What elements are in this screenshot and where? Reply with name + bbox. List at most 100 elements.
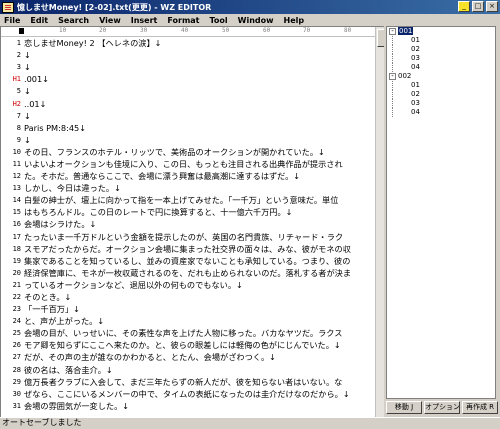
text-line[interactable]: 5 ↓ <box>1 85 384 97</box>
text-line[interactable]: 15 はもちろんドル。この日のレートで円に換算すると、十一億六千万円。↓ <box>1 206 384 218</box>
text-lines[interactable]: 1 恋しませMoney! 2 【ヘレネの涙】↓ 2 ↓ 3 ↓ H1.001↓ 5 ↓ H2 ..0… <box>1 37 384 412</box>
rebuild-button[interactable]: 再作成 R <box>462 401 498 414</box>
minimize-button[interactable]: _ <box>458 1 470 12</box>
outline-item[interactable]: 02 <box>392 90 495 99</box>
text-line[interactable]: 28 彼の名は、落合圭介。↓ <box>1 364 384 376</box>
collapse-icon[interactable]: - <box>389 27 396 35</box>
text-line[interactable]: 10 その日、フランスのホテル・リッツで、美術品のオークションが開かれていた。↓ <box>1 146 384 158</box>
line-text[interactable]: と、声が上がった。↓ <box>24 315 104 327</box>
line-text[interactable]: ↓ <box>24 62 31 72</box>
maximize-button[interactable]: □ <box>472 1 484 12</box>
line-text[interactable]: 彼の名は、落合圭介。↓ <box>24 364 113 376</box>
text-line[interactable]: 27 だが、その声の主が誰なのかわかると、とたん、会場がざわつく。↓ <box>1 351 384 363</box>
line-text[interactable]: 会場はシラけた。↓ <box>24 218 96 230</box>
text-line[interactable]: 21 っているオークションなど、退屈以外の何ものでもない。↓ <box>1 279 384 291</box>
line-text[interactable]: しかし、今日は違った。↓ <box>24 182 121 194</box>
line-text[interactable]: 億万長者クラブに入会して、まだ三年たらずの新人だが、彼を知らない者はいない。な <box>24 376 342 388</box>
text-line[interactable]: 8 Paris PM:8:45↓ <box>1 122 384 134</box>
vertical-scrollbar[interactable] <box>375 27 384 417</box>
line-text[interactable]: モア卿を知らずにここへ来たのか。と、彼らの眼差しには軽侮の色がにじんでいた。↓ <box>24 339 341 351</box>
move-button[interactable]: 移動 J <box>386 401 422 414</box>
text-line[interactable]: 12 た。そホだ。普通ならここで、会場に漂う興奮は最高潮に達するはずだ。↓ <box>1 170 384 182</box>
text-line[interactable]: 29 億万長者クラブに入会して、まだ三年たらずの新人だが、彼を知らない者はいない… <box>1 376 384 388</box>
outline-group-label[interactable]: 002 <box>398 72 411 80</box>
line-text[interactable]: 会場の雰囲気が一変した。↓ <box>24 400 129 412</box>
line-text[interactable]: っているオークションなど、退屈以外の何ものでもない。↓ <box>24 279 243 291</box>
line-text[interactable]: 集家であることを知っているし、並みの資産家でないことも承知している。つまり、彼の <box>24 255 350 267</box>
line-text[interactable]: ↓ <box>24 135 31 145</box>
text-line[interactable]: 30 ぜなら、ここにいるメンバーの中で、タイムの表紙になったのは圭介だけなのだから… <box>1 388 384 400</box>
menu-format[interactable]: Format <box>162 16 204 25</box>
text-line[interactable]: H2 ..01↓ <box>1 97 384 109</box>
ruler-tick: 20 <box>99 27 107 34</box>
options-button[interactable]: オプション M <box>424 401 460 414</box>
line-text[interactable]: 経済保管庫に、モネが一枚収蔵されるのを、だれも止められないのだ。落札する者が決ま <box>24 267 351 279</box>
ruler-tick: 10 <box>59 27 67 34</box>
line-text[interactable]: ↓ <box>24 111 31 121</box>
text-line[interactable]: 2 ↓ <box>1 49 384 61</box>
outline-item[interactable]: 03 <box>392 99 495 108</box>
text-line[interactable]: 26 モア卿を知らずにここへ来たのか。と、彼らの眼差しには軽侮の色がにじんでいた。… <box>1 339 384 351</box>
text-line[interactable]: 7 ↓ <box>1 110 384 122</box>
menu-file[interactable]: File <box>0 16 25 25</box>
outline-item[interactable]: 02 <box>392 45 495 54</box>
text-line[interactable]: H1.001↓ <box>1 73 384 85</box>
line-text[interactable]: だが、その声の主が誰なのかわかると、とたん、会場がざわつく。↓ <box>24 351 276 363</box>
line-text[interactable]: た。そホだ。普通ならここで、会場に漂う興奮は最高潮に達するはずだ。↓ <box>24 170 300 182</box>
outline-item[interactable]: 03 <box>392 54 495 63</box>
line-text[interactable]: Paris PM:8:45↓ <box>24 123 86 133</box>
app-icon[interactable] <box>2 1 14 13</box>
line-text[interactable]: たったいま一千万ドルという金額を提示したのが、英国の名門貴族、リチャード・ラク <box>24 231 343 243</box>
text-line[interactable]: 20 経済保管庫に、モネが一枚収蔵されるのを、だれも止められないのだ。落札する者が… <box>1 267 384 279</box>
text-line[interactable]: 18 スモアだったからだ。オークション会場に集まった社交界の面々は、みな、彼がモネ… <box>1 243 384 255</box>
text-line[interactable]: 23 「一千百万」↓ <box>1 303 384 315</box>
outline-item[interactable]: 01 <box>392 81 495 90</box>
outline-group-label[interactable]: 001 <box>398 27 414 35</box>
outline-item[interactable]: 01 <box>392 36 495 45</box>
line-text[interactable]: 恋しませMoney! 2 【ヘレネの涙】↓ <box>24 37 162 49</box>
line-text[interactable]: スモアだったからだ。オークション会場に集まった社交界の面々は、みな、彼がモネの収 <box>24 243 351 255</box>
line-text[interactable]: 会場の目が、いっせいに、その素性な声を上げた人物に移った。バカなヤツだ。ラクス <box>24 327 342 339</box>
line-text[interactable]: はもちろんドル。この日のレートで円に換算すると、十一億六千万円。↓ <box>24 206 293 218</box>
menu-view[interactable]: View <box>94 16 126 25</box>
line-text[interactable]: ↓ <box>24 86 31 96</box>
text-line[interactable]: 1 恋しませMoney! 2 【ヘレネの涙】↓ <box>1 37 384 49</box>
text-line[interactable]: 14 白髪の紳士が、壇上に向かって指を一本上げてみせた。「一千万」という意味だ。… <box>1 194 384 206</box>
text-line[interactable]: 31 会場の雰囲気が一変した。↓ <box>1 400 384 412</box>
line-text[interactable]: ↓ <box>24 50 31 60</box>
text-editor[interactable]: 10 20 30 40 50 60 70 80 1 恋しませMoney! 2 【ヘ… <box>0 26 384 417</box>
text-line[interactable]: 3 ↓ <box>1 61 384 73</box>
text-line[interactable]: 11 いよいよオークションも佳境に入り、この日、もっとも注目される出典作品が提示… <box>1 158 384 170</box>
text-line[interactable]: 17 たったいま一千万ドルという金額を提示したのが、英国の名門貴族、リチャード・… <box>1 231 384 243</box>
line-text[interactable]: .001↓ <box>24 74 49 84</box>
outline-item[interactable]: 04 <box>392 108 495 117</box>
scrollbar-thumb[interactable] <box>377 29 384 47</box>
text-line[interactable]: 13 しかし、今日は違った。↓ <box>1 182 384 194</box>
menu-help[interactable]: Help <box>279 16 310 25</box>
text-line[interactable]: 22 そのとき。↓ <box>1 291 384 303</box>
line-text[interactable]: ..01↓ <box>24 99 46 109</box>
line-text[interactable]: ぜなら、ここにいるメンバーの中で、タイムの表紙になったのは圭介だけなのだから。↓ <box>24 388 350 400</box>
text-line[interactable]: 25 会場の目が、いっせいに、その素性な声を上げた人物に移った。バカなヤツだ。ラ… <box>1 327 384 339</box>
outline-item[interactable]: 04 <box>392 63 495 72</box>
line-text[interactable]: 「一千百万」↓ <box>24 303 80 315</box>
collapse-icon[interactable]: - <box>389 72 396 80</box>
close-button[interactable]: × <box>486 1 498 12</box>
line-text[interactable]: その日、フランスのホテル・リッツで、美術品のオークションが開かれていた。↓ <box>24 146 325 158</box>
line-text[interactable]: いよいよオークションも佳境に入り、この日、もっとも注目される出典作品が提示され <box>24 158 343 170</box>
text-line[interactable]: 16 会場はシラけた。↓ <box>1 218 384 230</box>
outline-tree[interactable]: -001 01 02 03 04-002 01 02 03 04 <box>387 27 495 117</box>
menu-insert[interactable]: Insert <box>126 16 163 25</box>
line-text[interactable]: 白髪の紳士が、壇上に向かって指を一本上げてみせた。「一千万」という意味だ。単位 <box>24 194 338 206</box>
line-text[interactable]: そのとき。↓ <box>24 291 71 303</box>
text-line[interactable]: 24 と、声が上がった。↓ <box>1 315 384 327</box>
menu-edit[interactable]: Edit <box>25 16 53 25</box>
menu-window[interactable]: Window <box>233 16 279 25</box>
text-line[interactable]: 9 ↓ <box>1 134 384 146</box>
menu-search[interactable]: Search <box>53 16 94 25</box>
outline-group[interactable]: -002 <box>387 72 495 81</box>
outline-group[interactable]: -001 <box>387 27 495 36</box>
text-line[interactable]: 19 集家であることを知っているし、並みの資産家でないことも承知している。つまり、… <box>1 255 384 267</box>
outline-panel[interactable]: -001 01 02 03 04-002 01 02 03 04 <box>386 26 496 399</box>
menu-tool[interactable]: Tool <box>205 16 233 25</box>
